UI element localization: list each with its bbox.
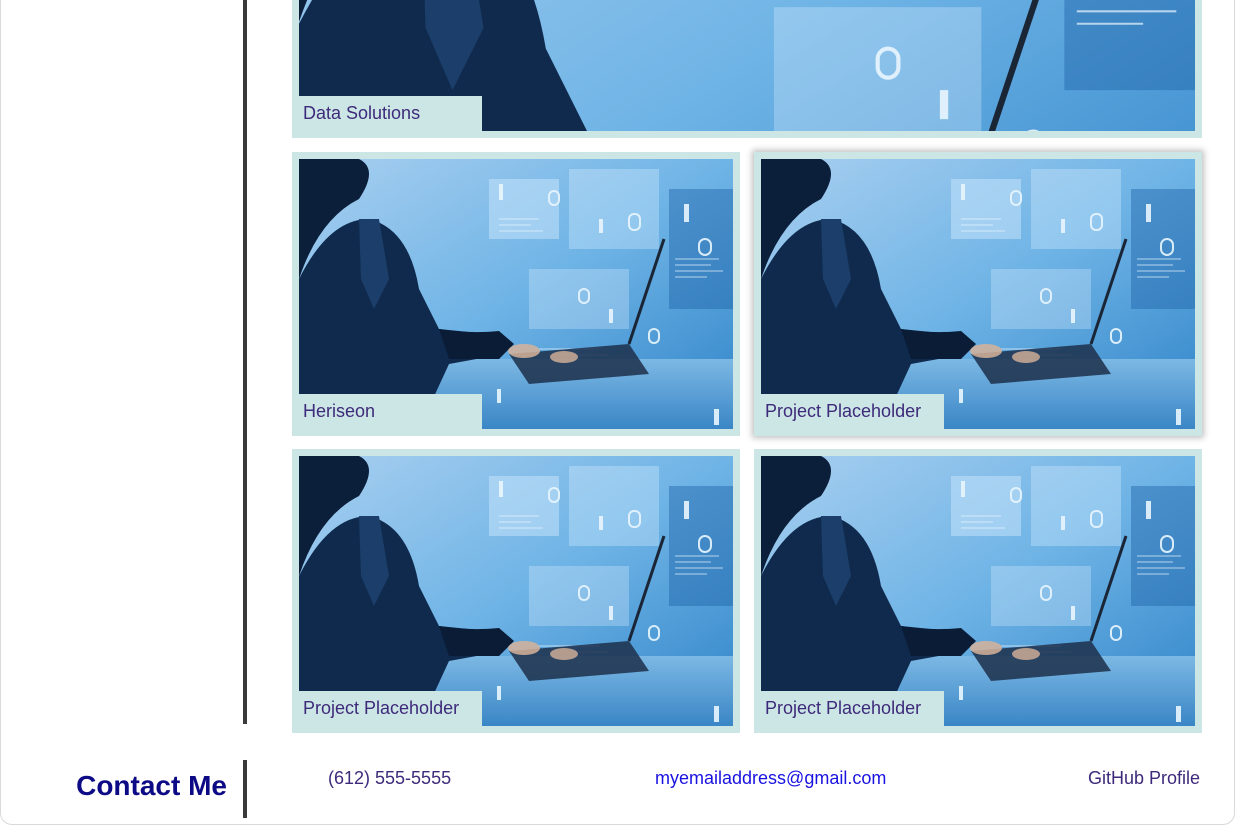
- sidebar-divider: [243, 0, 247, 724]
- project-card-featured[interactable]: Data Solutions: [292, 0, 1202, 138]
- project-image-graphic: [761, 159, 1195, 429]
- phone-link[interactable]: (612) 555-5555: [328, 768, 451, 789]
- project-label: Data Solutions: [299, 96, 482, 131]
- project-image: Heriseon: [299, 159, 733, 429]
- project-card[interactable]: Project Placeholder: [754, 152, 1202, 436]
- page: Data Solutions Heriseon Project Placehol…: [0, 0, 1235, 825]
- email-link[interactable]: myemailaddress@gmail.com: [655, 768, 886, 789]
- project-image-graphic: [299, 159, 733, 429]
- github-link[interactable]: GitHub Profile: [1088, 768, 1200, 789]
- project-label: Project Placeholder: [761, 394, 944, 429]
- project-image: Data Solutions: [299, 0, 1195, 131]
- project-label: Heriseon: [299, 394, 482, 429]
- project-card[interactable]: Project Placeholder: [292, 449, 740, 733]
- contact-divider: [243, 760, 247, 818]
- project-image-graphic: [299, 456, 733, 726]
- project-label: Project Placeholder: [761, 691, 944, 726]
- project-image: Project Placeholder: [299, 456, 733, 726]
- project-card[interactable]: Project Placeholder: [754, 449, 1202, 733]
- contact-heading: Contact Me: [76, 770, 227, 801]
- project-image-graphic: [761, 456, 1195, 726]
- project-label: Project Placeholder: [299, 691, 482, 726]
- project-card[interactable]: Heriseon: [292, 152, 740, 436]
- project-image: Project Placeholder: [761, 159, 1195, 429]
- project-image: Project Placeholder: [761, 456, 1195, 726]
